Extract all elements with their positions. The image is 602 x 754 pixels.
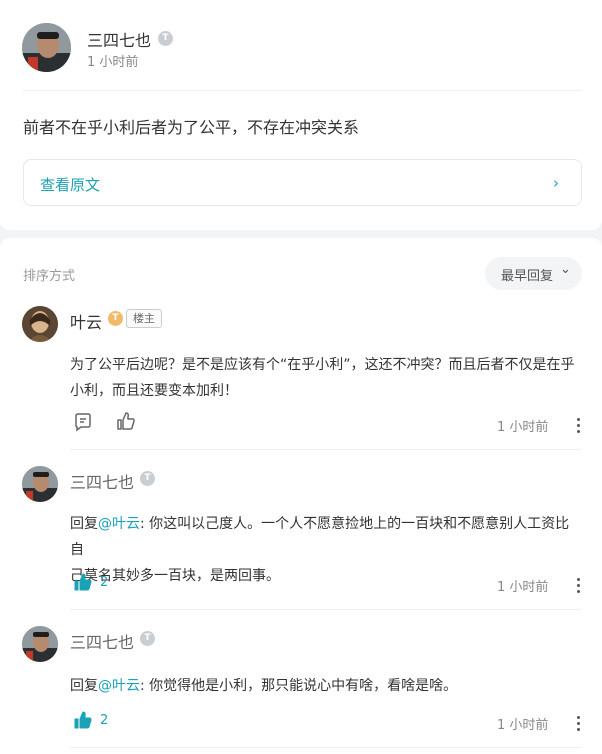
post-time: 1 小时前	[87, 55, 139, 70]
avatar-image	[22, 306, 58, 342]
comment-time: 1 小时前	[497, 718, 549, 733]
like-count: 2	[100, 575, 109, 590]
thumbs-up-filled-icon[interactable]	[73, 710, 93, 730]
avatar-image	[22, 626, 58, 662]
view-original-button[interactable]: 查看原文 ›	[23, 159, 582, 206]
divider	[23, 90, 582, 91]
reply-text: : 你觉得他是小利，那只能说心中有啥，看啥是啥。	[140, 678, 458, 694]
sort-label: 排序方式	[23, 269, 76, 284]
chevron-down-icon: ⌄	[560, 262, 571, 277]
post-card: 三四七也 T 1 小时前 前者不在乎小利后者为了公平，不存在冲突关系 查看原文 …	[0, 0, 602, 230]
avatar-image	[22, 23, 71, 72]
comment-text-line: 为了公平后边呢？是不是应该有个“在乎小利”，这还不冲突？而且后者不仅是在乎	[70, 357, 575, 373]
comment-time: 1 小时前	[497, 420, 549, 435]
reply-text: : 你这叫以己度人。一个人不愿意捡地上的一百块和不愿意别人工资比自	[70, 516, 570, 558]
divider	[70, 747, 582, 748]
user-level-badge: T	[158, 31, 173, 46]
avatar[interactable]	[22, 306, 58, 342]
user-level-badge: T	[108, 311, 123, 326]
avatar[interactable]	[22, 466, 58, 502]
thumbs-up-icon[interactable]	[116, 411, 136, 431]
chevron-right-icon: ›	[553, 174, 559, 192]
divider	[70, 449, 582, 450]
more-options-icon[interactable]	[577, 418, 581, 436]
comment-text-line: 回复@叶云: 你觉得他是小利，那只能说心中有啥，看啥是啥。	[70, 673, 582, 699]
mention-link[interactable]: @叶云	[98, 516, 140, 532]
like-count: 2	[100, 713, 109, 728]
mention-link[interactable]: @叶云	[98, 678, 140, 694]
sort-value: 最早回复	[501, 269, 554, 284]
more-options-icon[interactable]	[577, 716, 581, 734]
comment-author-name[interactable]: 三四七也	[70, 469, 134, 493]
owner-tag: 楼主	[126, 309, 162, 328]
thumbs-up-filled-icon[interactable]	[73, 572, 93, 592]
post-author-name[interactable]: 三四七也	[87, 27, 151, 51]
comment-time: 1 小时前	[497, 580, 549, 595]
reply-prefix: 回复	[70, 516, 98, 532]
comment-author-name[interactable]: 叶云	[70, 309, 102, 333]
user-level-badge: T	[140, 631, 155, 646]
reply-icon[interactable]	[73, 412, 93, 432]
comment-author-name[interactable]: 三四七也	[70, 629, 134, 653]
comment-text: 回复@叶云: 你觉得他是小利，那只能说心中有啥，看啥是啥。	[70, 673, 582, 699]
avatar-image	[22, 466, 58, 502]
comment-text-line: 小利，而且还要变本加利！	[70, 383, 238, 399]
sort-dropdown[interactable]: 最早回复 ⌄	[485, 257, 582, 290]
more-options-icon[interactable]	[577, 578, 581, 596]
avatar[interactable]	[22, 23, 71, 72]
post-content: 前者不在乎小利后者为了公平，不存在冲突关系	[23, 118, 360, 137]
divider	[70, 609, 582, 610]
avatar[interactable]	[22, 626, 58, 662]
reply-prefix: 回复	[70, 678, 98, 694]
comment-text-line: 回复@叶云: 你这叫以己度人。一个人不愿意捡地上的一百块和不愿意别人工资比自	[70, 511, 582, 563]
view-original-label: 查看原文	[40, 176, 101, 194]
user-level-badge: T	[140, 471, 155, 486]
comment-text: 为了公平后边呢？是不是应该有个“在乎小利”，这还不冲突？而且后者不仅是在乎 小利…	[70, 352, 582, 404]
